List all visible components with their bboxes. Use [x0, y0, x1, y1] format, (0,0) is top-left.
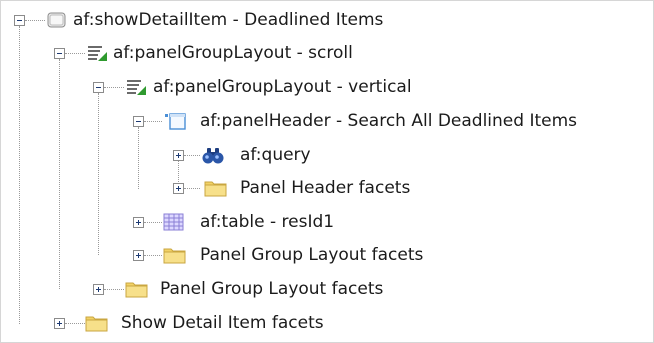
- node-label: Show Detail Item facets: [121, 313, 324, 333]
- tree-node[interactable]: Show Detail Item facets: [0, 312, 654, 334]
- tree-node[interactable]: af:showDetailItem - Deadlined Items: [0, 9, 654, 31]
- node-label: af:table - resId1: [200, 212, 335, 232]
- panel-header-icon: [164, 111, 186, 131]
- tree-node[interactable]: af:panelHeader - Search All Deadlined It…: [0, 110, 654, 132]
- tree-node[interactable]: af:table - resId1: [0, 211, 654, 233]
- collapse-toggle[interactable]: [133, 116, 144, 127]
- node-label: af:showDetailItem - Deadlined Items: [73, 10, 384, 30]
- tree-node[interactable]: Panel Group Layout facets: [0, 278, 654, 300]
- expand-toggle[interactable]: [93, 284, 104, 295]
- expand-toggle[interactable]: [173, 150, 184, 161]
- node-label: Panel Group Layout facets: [200, 245, 424, 265]
- node-label: af:panelGroupLayout - vertical: [153, 77, 412, 97]
- collapse-toggle[interactable]: [54, 48, 65, 59]
- panel-group-layout-icon: [86, 43, 108, 63]
- tree-node[interactable]: Panel Header facets: [0, 177, 654, 199]
- tree-node[interactable]: Panel Group Layout facets: [0, 244, 654, 266]
- tree-node[interactable]: af:panelGroupLayout - vertical: [0, 76, 654, 98]
- binoculars-icon: [200, 145, 224, 165]
- table-icon: [162, 212, 184, 232]
- node-label: af:query: [240, 145, 311, 165]
- folder-icon: [162, 245, 186, 265]
- node-label: af:panelGroupLayout - scroll: [113, 43, 353, 63]
- expand-toggle[interactable]: [54, 318, 65, 329]
- expand-toggle[interactable]: [133, 217, 144, 228]
- node-label: Panel Header facets: [240, 178, 411, 198]
- panel-group-layout-icon: [125, 77, 147, 97]
- show-detail-item-icon: [46, 10, 68, 30]
- structure-tree: af:showDetailItem - Deadlined Items af:p…: [0, 0, 654, 343]
- collapse-toggle[interactable]: [93, 82, 104, 93]
- folder-icon: [84, 313, 108, 333]
- node-label: af:panelHeader - Search All Deadlined It…: [200, 111, 578, 131]
- folder-icon: [203, 178, 227, 198]
- expand-toggle[interactable]: [133, 250, 144, 261]
- tree-node[interactable]: af:panelGroupLayout - scroll: [0, 42, 654, 64]
- node-label: Panel Group Layout facets: [160, 279, 384, 299]
- folder-icon: [124, 279, 148, 299]
- tree-node[interactable]: af:query: [0, 144, 654, 166]
- expand-toggle[interactable]: [173, 183, 184, 194]
- collapse-toggle[interactable]: [14, 15, 25, 26]
